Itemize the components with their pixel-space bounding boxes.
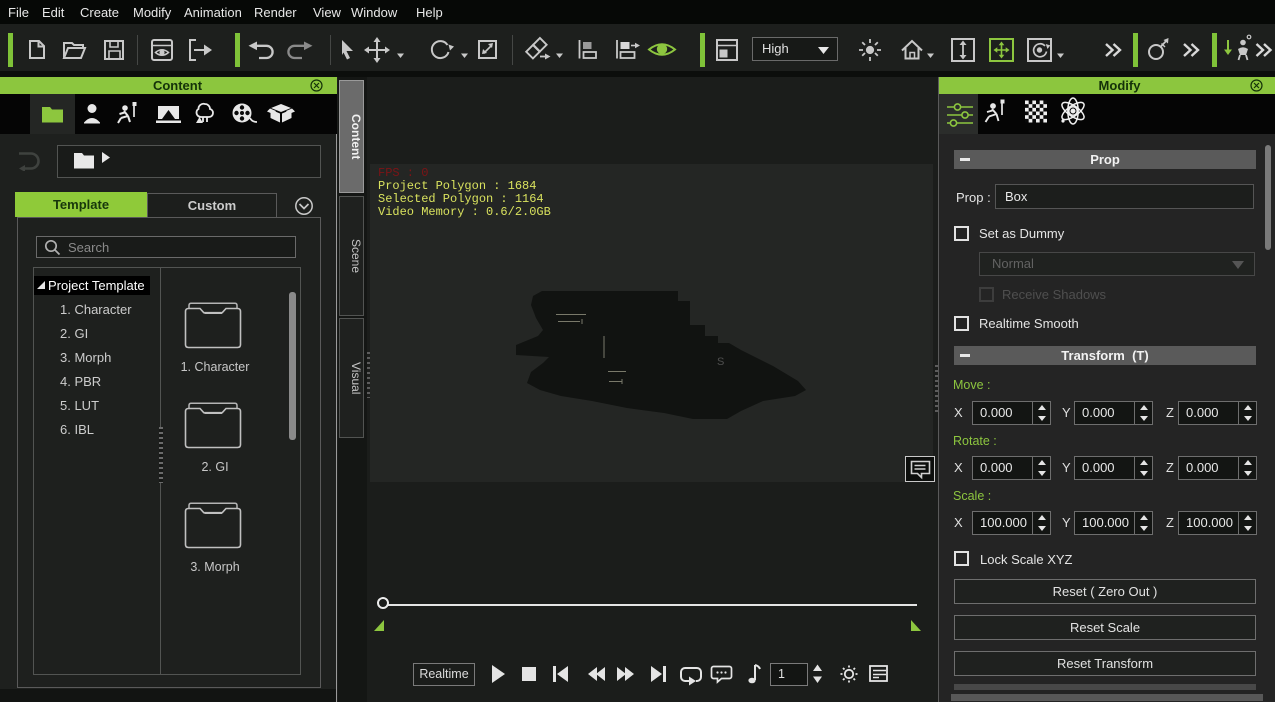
svg-text:S: S — [717, 356, 724, 368]
